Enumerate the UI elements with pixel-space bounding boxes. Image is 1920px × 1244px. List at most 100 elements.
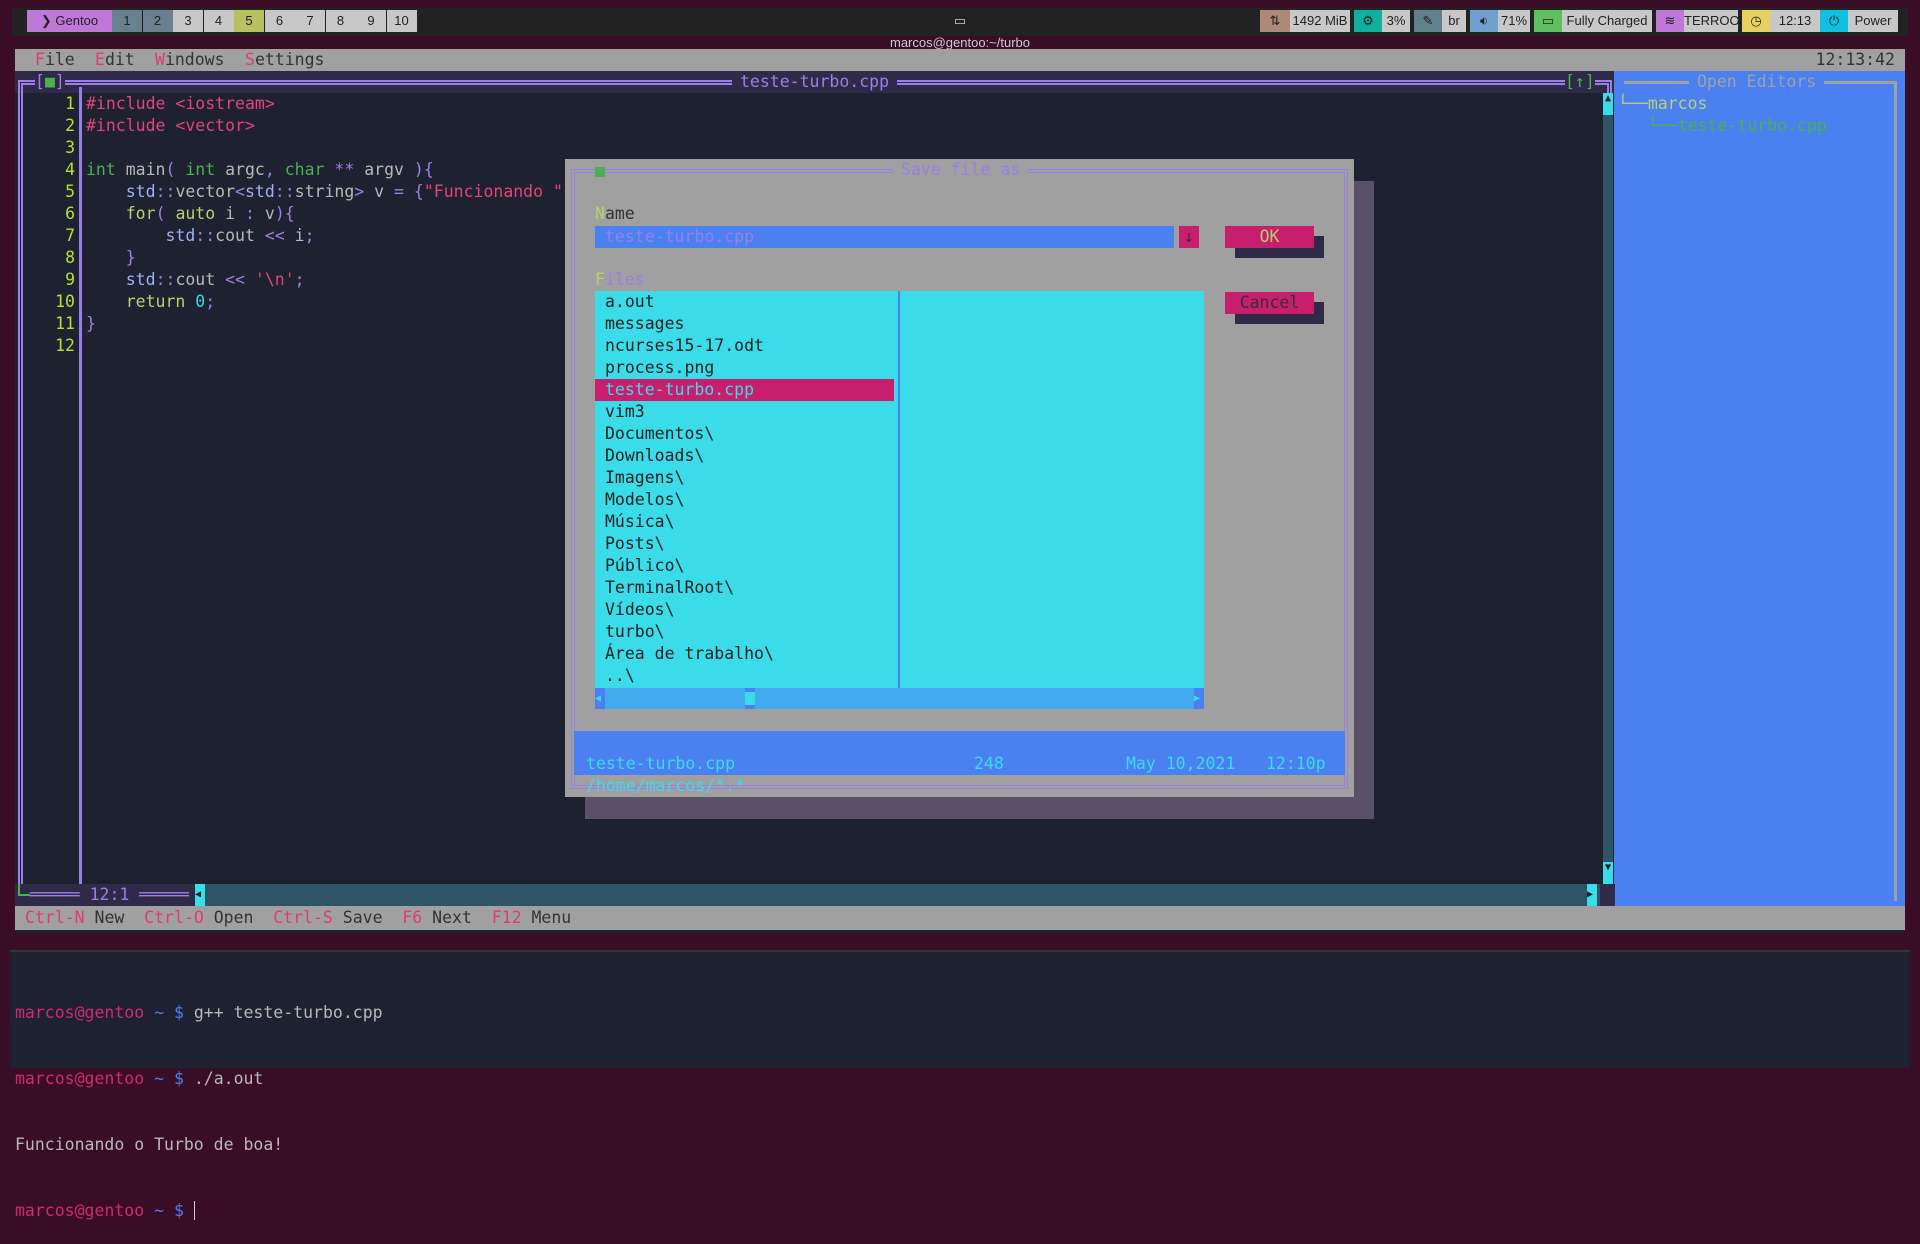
workspace-7[interactable]: 7 <box>295 10 325 32</box>
file-list-item[interactable]: Vídeos\ <box>605 599 675 621</box>
line-number: 10 <box>55 292 75 311</box>
info-path: /home/marcos/*.* <box>586 776 745 795</box>
line-numbers: 1 2 3 4 5 6 7 8 9 10 11 12 <box>35 93 75 357</box>
file-list-item[interactable]: messages <box>605 313 684 335</box>
cpu-icon: ⚙ <box>1354 10 1382 32</box>
keyboard-icon: ✎ <box>1414 10 1442 32</box>
info-size: 248 <box>974 754 1004 773</box>
file-info-panel: /home/marcos/*.* teste-turbo.cpp 248 May… <box>574 731 1345 795</box>
file-list-item[interactable]: ..\ <box>605 665 635 687</box>
workspace-8[interactable]: 8 <box>325 10 356 32</box>
tree-folder[interactable]: └──marcos <box>1618 93 1707 115</box>
line-number: 5 <box>65 182 75 201</box>
workspace-9[interactable]: 9 <box>356 10 386 32</box>
scroll-right-icon[interactable]: ▶ <box>1587 884 1597 906</box>
info-name: teste-turbo.cpp <box>586 754 736 773</box>
scroll-up-icon[interactable]: ▲ <box>1603 93 1613 115</box>
system-top-bar: ❯ Gentoo 1 2 3 4 5 6 7 8 9 10 ▭ marcos@gentoo:~/t… <box>0 0 1920 50</box>
terminal[interactable]: marcos@gentoo ~ $ g++ teste-turbo.cpp ma… <box>10 950 1910 1220</box>
terminal-line: marcos@gentoo ~ $ g++ teste-turbo.cpp <box>15 1003 383 1022</box>
dialog-title: Save file as <box>893 159 1029 181</box>
power-icon: ⏻ <box>1820 10 1848 32</box>
window-title: ▭ marcos@gentoo:~/turbo <box>889 13 1031 50</box>
line-number: 9 <box>65 270 75 289</box>
volume-readout[interactable]: 71% <box>1498 10 1530 32</box>
info-date: May 10,2021 <box>1126 754 1236 773</box>
info-time: 12:10p <box>1266 754 1326 773</box>
file-list-scrollbar[interactable]: ◀ ▶ <box>595 688 1204 709</box>
menu-bar: File Edit Windows Settings 12:13:42 <box>15 49 1905 71</box>
vertical-scrollbar[interactable] <box>1603 93 1613 884</box>
menu-settings[interactable]: Settings <box>245 49 324 71</box>
file-list-item[interactable]: Área de trabalho\ <box>605 643 774 665</box>
line-number: 12 <box>55 336 75 355</box>
file-list[interactable]: a.out messages ncurses15-17.odt process.png… <box>595 291 1204 688</box>
file-list-item[interactable]: Modelos\ <box>605 489 684 511</box>
file-list-item[interactable]: Documentos\ <box>605 423 714 445</box>
cursor <box>193 1201 205 1220</box>
workspace-2[interactable]: 2 <box>142 10 173 32</box>
file-list-item[interactable]: TerminalRoot\ <box>605 577 734 599</box>
power-button[interactable]: Power <box>1848 10 1898 32</box>
line-number: 4 <box>65 160 75 179</box>
wifi-name[interactable]: TERROO <box>1684 10 1740 32</box>
terminal-prompt[interactable]: marcos@gentoo ~ $ <box>15 1200 1905 1222</box>
scroll-left-icon[interactable]: ◀ <box>595 688 605 709</box>
line-number: 3 <box>65 138 75 157</box>
file-list-item[interactable]: ncurses15-17.odt <box>605 335 764 357</box>
file-list-item[interactable]: turbo\ <box>605 621 665 643</box>
wifi-icon: ≋ <box>1656 10 1684 32</box>
file-list-item[interactable]: teste-turbo.cpp <box>595 379 894 401</box>
file-list-item[interactable]: Público\ <box>605 555 684 577</box>
shortcut-save[interactable]: Ctrl-S Save <box>273 906 382 930</box>
file-list-item[interactable]: a.out <box>605 291 655 313</box>
terminal-output: Funcionando o Turbo de boa! <box>15 1135 284 1154</box>
filename-input[interactable]: teste-turbo.cpp <box>595 226 1174 248</box>
tree-file[interactable]: └──teste-turbo.cpp <box>1648 115 1827 137</box>
file-list-item[interactable]: Imagens\ <box>605 467 684 489</box>
file-list-item[interactable]: Downloads\ <box>605 445 704 467</box>
scroll-left-icon[interactable]: ◀ <box>195 884 205 906</box>
monitor-icon: ▭ <box>953 13 967 28</box>
ok-button[interactable]: OK <box>1225 226 1314 248</box>
menu-edit[interactable]: Edit <box>95 49 135 71</box>
code-area[interactable]: #include <iostream> #include <vector> in… <box>86 93 563 335</box>
name-label: Name <box>595 204 635 223</box>
menu-windows[interactable]: Windows <box>155 49 225 71</box>
workspace-5[interactable]: 5 <box>234 10 264 32</box>
file-list-item[interactable]: Posts\ <box>605 533 665 555</box>
line-number: 1 <box>65 94 75 113</box>
scroll-thumb[interactable] <box>745 688 755 709</box>
keyboard-layout[interactable]: br <box>1442 10 1466 32</box>
file-list-item[interactable]: process.png <box>605 357 714 379</box>
file-list-item[interactable]: vim3 <box>605 401 645 423</box>
workspace-3[interactable]: 3 <box>173 10 203 32</box>
zoom-button[interactable]: [↑] <box>1565 71 1595 93</box>
shortcut-menu[interactable]: F12 Menu <box>492 906 572 930</box>
close-button[interactable]: [■] <box>35 71 65 93</box>
clock: 12:13 <box>1770 10 1820 32</box>
files-label: Files <box>595 270 645 289</box>
history-dropdown-icon[interactable]: ↓ <box>1179 226 1199 248</box>
scroll-down-icon[interactable]: ▼ <box>1603 862 1613 884</box>
distro-menu[interactable]: ❯ Gentoo <box>27 10 112 32</box>
menu-file[interactable]: File <box>35 49 75 71</box>
line-number: 6 <box>65 204 75 223</box>
shortcut-new[interactable]: Ctrl-N New <box>25 906 124 930</box>
menu-clock: 12:13:42 <box>1815 50 1895 69</box>
dialog-close-icon[interactable] <box>595 167 605 177</box>
clock-icon: ◷ <box>1742 10 1770 32</box>
file-list-item[interactable]: Música\ <box>605 511 675 533</box>
shortcut-open[interactable]: Ctrl-O Open <box>144 906 253 930</box>
workspace-6[interactable]: 6 <box>264 10 295 32</box>
volume-icon: 🔉︎ <box>1470 10 1498 32</box>
open-editors-panel: Open Editors └──marcos └──teste-turbo.cp… <box>1614 71 1905 906</box>
cancel-button[interactable]: Cancel <box>1225 292 1314 314</box>
workspace-4[interactable]: 4 <box>203 10 234 32</box>
scroll-right-icon[interactable]: ▶ <box>1194 688 1204 709</box>
workspace-1[interactable]: 1 <box>112 10 142 32</box>
line-number: 7 <box>65 226 75 245</box>
shortcut-next[interactable]: F6 Next <box>402 906 472 930</box>
save-file-dialog: Save file as Name teste-turbo.cpp ↓ OK F… <box>565 159 1354 797</box>
workspace-10[interactable]: 10 <box>386 10 417 32</box>
